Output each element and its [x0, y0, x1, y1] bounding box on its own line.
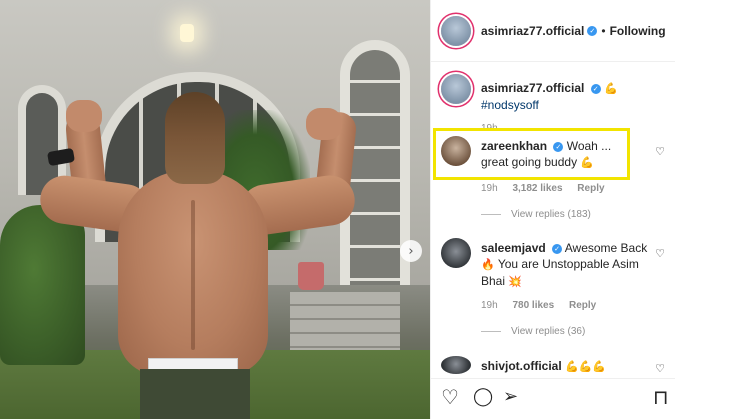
highlight-box: [433, 128, 630, 180]
view-replies-button[interactable]: View replies (36): [481, 326, 585, 337]
comment-text: Awesome Back: [564, 241, 648, 255]
view-replies-label: View replies (183): [511, 209, 591, 220]
bookmark-icon[interactable]: ⊓: [653, 385, 669, 409]
commenter-avatar[interactable]: [441, 238, 471, 268]
comment-item: saleemjavd ✓ Awesome Back 🔥 You are Unst…: [441, 238, 671, 311]
pants: [140, 369, 250, 419]
comment-icon[interactable]: ◯: [473, 386, 493, 407]
comments-panel: asimriaz77.official ✓ • Following asimri…: [430, 0, 676, 419]
commenter-username[interactable]: shivjot.official: [481, 359, 562, 373]
view-replies-label: View replies (36): [511, 326, 586, 337]
caption-username[interactable]: asimriaz77.official: [481, 81, 584, 95]
fire-emoji: 🔥: [481, 258, 495, 271]
comment-likes[interactable]: 3,182 likes: [512, 183, 562, 194]
hedge: [0, 205, 85, 365]
following-button[interactable]: Following: [610, 24, 666, 38]
commenter-username[interactable]: saleemjavd: [481, 241, 546, 255]
share-icon[interactable]: ➢: [503, 386, 518, 407]
verified-badge-icon: ✓: [587, 25, 598, 36]
comment-item: shivjot.official 💪💪💪: [441, 356, 671, 375]
view-replies-button[interactable]: View replies (183): [481, 209, 591, 220]
long-hair: [165, 92, 225, 184]
spine-line: [191, 200, 195, 350]
replies-divider: [481, 331, 501, 332]
comment-text-2: You are Unstoppable Asim Bhai: [481, 257, 639, 288]
comment-likes[interactable]: 780 likes: [512, 300, 554, 311]
reply-button[interactable]: Reply: [569, 300, 596, 311]
comment-time[interactable]: 19h: [481, 183, 498, 194]
comment-time[interactable]: 19h: [481, 300, 498, 311]
like-comment-heart-icon[interactable]: ♡: [655, 145, 665, 158]
burst-emoji: 💥: [508, 275, 523, 288]
post-header: asimriaz77.official ✓ • Following: [431, 0, 676, 62]
like-comment-heart-icon[interactable]: ♡: [655, 362, 665, 375]
caption-avatar[interactable]: [441, 74, 471, 104]
steps: [290, 292, 400, 352]
left-fist: [66, 100, 102, 132]
post-photo[interactable]: ›: [0, 0, 430, 419]
page-background: [675, 0, 730, 419]
flexed-biceps-emoji: 💪: [604, 82, 618, 95]
hashtag-link[interactable]: #nodsysoff: [481, 98, 539, 112]
replies-divider: [481, 214, 501, 215]
wall-lamp: [180, 24, 194, 42]
author-username[interactable]: asimriaz77.official: [481, 24, 584, 38]
heart-icon[interactable]: ♡: [441, 385, 459, 409]
reply-button[interactable]: Reply: [577, 183, 604, 194]
right-fist: [306, 108, 342, 140]
flower-pot: [298, 262, 324, 290]
commenter-avatar[interactable]: [441, 356, 471, 374]
separator-dot: •: [601, 23, 606, 38]
verified-badge-icon: ✓: [552, 244, 563, 254]
chevron-right-icon: ›: [408, 243, 414, 259]
author-avatar[interactable]: [441, 15, 471, 46]
next-photo-button[interactable]: ›: [400, 240, 422, 262]
flexed-biceps-emoji: 💪💪💪: [565, 360, 607, 373]
like-comment-heart-icon[interactable]: ♡: [655, 247, 665, 260]
verified-badge-icon: ✓: [590, 84, 601, 94]
action-bar: ♡ ◯ ➢ ⊓: [431, 378, 676, 419]
caption: asimriaz77.official ✓ 💪 #nodsysoff 19h: [441, 74, 671, 134]
